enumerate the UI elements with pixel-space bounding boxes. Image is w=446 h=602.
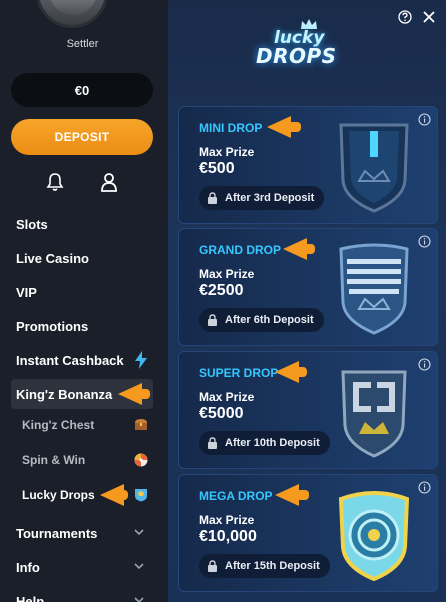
info-icon[interactable] xyxy=(418,358,431,371)
chevron-down-icon xyxy=(134,529,144,536)
drop-card-grand[interactable]: GRAND DROP Max Prize €2500 After 6th Dep… xyxy=(178,228,438,346)
drop-title: GRAND DROP xyxy=(199,243,282,257)
deposit-requirement: After 15th Deposit xyxy=(199,554,330,578)
sidebar-item-tournaments[interactable]: Tournaments xyxy=(0,518,160,548)
chest-icon xyxy=(135,419,147,430)
mega-drop-shield-icon xyxy=(338,491,410,581)
deposit-button[interactable]: DEPOSIT xyxy=(11,119,153,155)
lock-icon xyxy=(208,192,217,204)
drop-title: MINI DROP xyxy=(199,121,263,135)
deposit-requirement: After 3rd Deposit xyxy=(199,186,325,210)
pointer-arrow xyxy=(100,484,124,506)
info-icon[interactable] xyxy=(418,113,431,126)
deposit-requirement: After 10th Deposit xyxy=(199,431,330,455)
sidebar-item-help[interactable]: Help xyxy=(0,586,160,602)
sidebar-item-lucky-drops[interactable]: Lucky Drops xyxy=(0,480,160,510)
balance-display: €0 xyxy=(11,73,153,107)
drop-card-super[interactable]: SUPER DROP Max Prize €5000 After 10th De… xyxy=(178,351,438,469)
pointer-arrow xyxy=(283,238,307,260)
sidebar: Settler €0 DEPOSIT Slots Live Casino VIP… xyxy=(0,0,168,602)
lock-icon xyxy=(208,437,217,449)
lock-icon xyxy=(208,560,217,572)
sidebar-item-instant-cashback[interactable]: Instant Cashback xyxy=(0,345,160,375)
bell-icon[interactable] xyxy=(46,172,64,192)
drop-prize: €2500 xyxy=(199,282,244,299)
lucky-drops-logo: lucky DROPS xyxy=(256,19,360,70)
chevron-down-icon xyxy=(134,563,144,570)
help-icon[interactable] xyxy=(398,10,412,24)
close-icon[interactable] xyxy=(422,10,436,24)
info-icon[interactable] xyxy=(418,235,431,248)
wheel-icon xyxy=(134,453,148,467)
grand-drop-shield-icon xyxy=(339,243,409,335)
drop-title: MEGA DROP xyxy=(199,489,273,503)
avatar[interactable] xyxy=(36,0,108,28)
pointer-arrow xyxy=(275,361,299,383)
drop-card-mega[interactable]: MEGA DROP Max Prize €10,000 After 15th D… xyxy=(178,474,438,592)
drop-shield-icon xyxy=(135,489,147,502)
profile-icon[interactable] xyxy=(100,172,118,192)
lock-icon xyxy=(208,314,217,326)
lightning-icon xyxy=(135,351,147,369)
sidebar-item-slots[interactable]: Slots xyxy=(0,209,160,239)
drop-title: SUPER DROP xyxy=(199,366,279,380)
sidebar-item-live-casino[interactable]: Live Casino xyxy=(0,243,160,273)
sidebar-item-promotions[interactable]: Promotions xyxy=(0,311,160,341)
lucky-drops-panel: lucky DROPS MINI DROP Max Prize €500 Aft… xyxy=(168,0,446,602)
pointer-arrow xyxy=(275,484,299,506)
sidebar-item-vip[interactable]: VIP xyxy=(0,277,160,307)
sidebar-item-kingz-chest[interactable]: King'z Chest xyxy=(0,410,160,440)
super-drop-shield-icon xyxy=(341,370,407,458)
sidebar-item-spin-win[interactable]: Spin & Win xyxy=(0,445,160,475)
info-icon[interactable] xyxy=(418,481,431,494)
pointer-arrow xyxy=(118,383,142,405)
mini-drop-shield-icon xyxy=(339,123,409,213)
username: Settler xyxy=(66,38,99,50)
drop-prize: €5000 xyxy=(199,405,244,422)
sidebar-item-info[interactable]: Info xyxy=(0,552,160,582)
deposit-requirement: After 6th Deposit xyxy=(199,308,324,332)
drop-prize: €500 xyxy=(199,160,235,177)
drop-prize: €10,000 xyxy=(199,528,257,545)
drop-card-mini[interactable]: MINI DROP Max Prize €500 After 3rd Depos… xyxy=(178,106,438,224)
chevron-down-icon xyxy=(134,597,144,602)
pointer-arrow xyxy=(267,116,291,138)
